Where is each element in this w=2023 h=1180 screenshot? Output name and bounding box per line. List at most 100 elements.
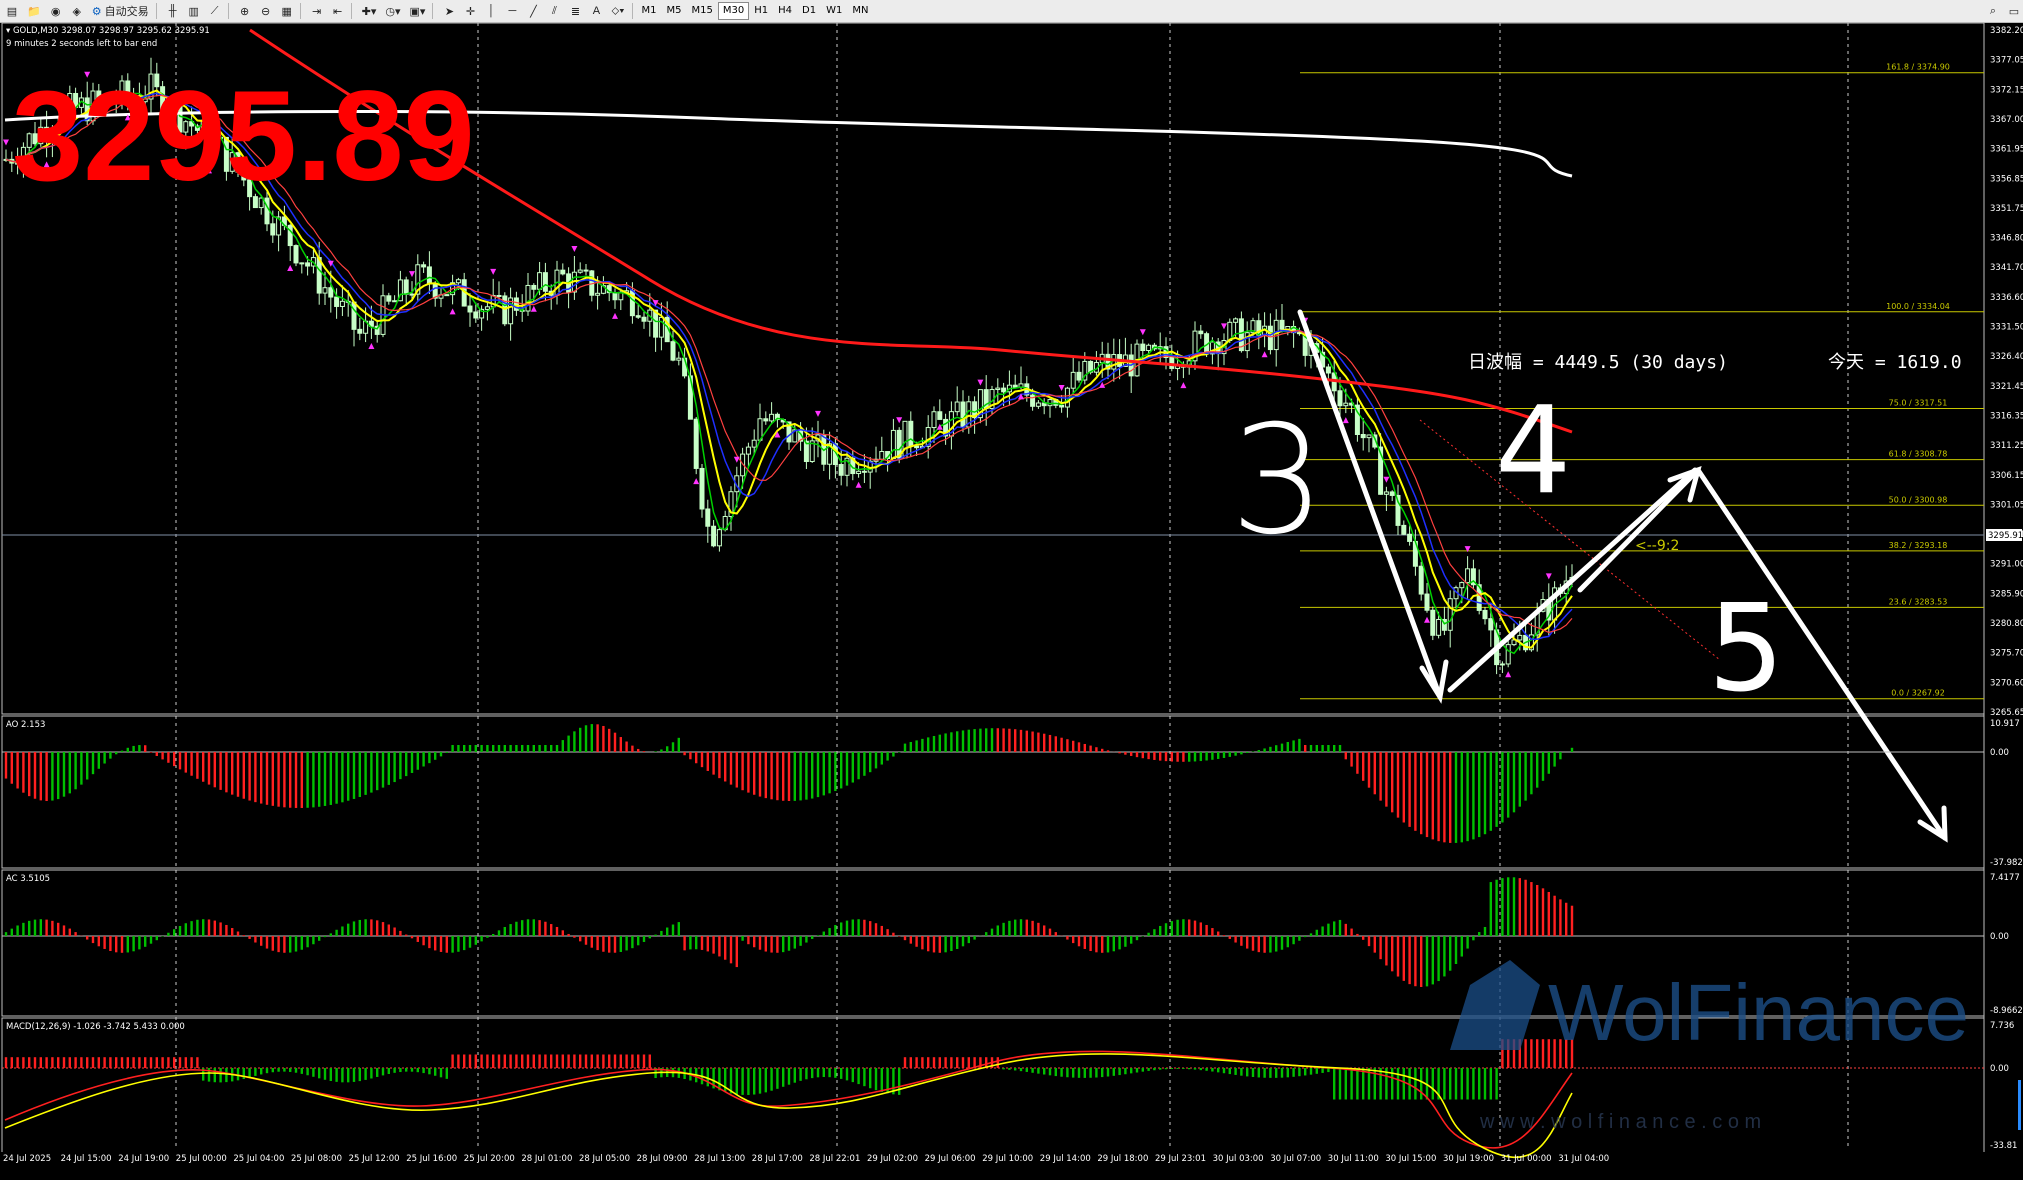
timeframe-w1[interactable]: W1 xyxy=(821,2,847,20)
histogram-bar xyxy=(851,919,854,936)
cursor-icon[interactable]: ➤ xyxy=(440,2,458,20)
new-chart-icon[interactable]: ▤ xyxy=(3,2,21,20)
macd-histogram-bar xyxy=(1008,1068,1011,1070)
time-axis-label: 25 Jul 04:00 xyxy=(233,1154,284,1164)
macd-histogram-bar xyxy=(735,1068,738,1095)
chat-icon[interactable]: ▭ xyxy=(2005,2,2023,20)
macd-histogram-bar xyxy=(521,1054,524,1068)
open-folder-icon[interactable]: 📁 xyxy=(24,2,44,20)
fractal-marker xyxy=(733,456,740,463)
horizontal-line-icon[interactable]: ─ xyxy=(503,2,521,20)
trendline-icon[interactable]: ╱ xyxy=(524,2,542,20)
histogram-bar xyxy=(1211,752,1214,760)
periods-icon[interactable]: ◷▾ xyxy=(382,2,403,20)
histogram-bar xyxy=(184,923,187,936)
macd-histogram-bar xyxy=(1541,1039,1545,1068)
candle-body xyxy=(1070,371,1076,389)
histogram-bar xyxy=(735,936,738,968)
histogram-bar xyxy=(68,928,71,936)
macd-histogram-bar xyxy=(590,1054,593,1068)
macd-histogram-bar xyxy=(1321,1068,1324,1073)
text-icon[interactable]: A xyxy=(587,2,605,20)
tile-windows-icon[interactable]: ▦ xyxy=(278,2,296,20)
macd-histogram-bar xyxy=(1083,1068,1086,1078)
macd-histogram-bar xyxy=(1449,1068,1452,1100)
macd-histogram-bar xyxy=(1014,1068,1017,1071)
shapes-icon[interactable]: ⬦▾ xyxy=(608,2,627,20)
timeframe-m1[interactable]: M1 xyxy=(637,2,662,20)
fractal-marker xyxy=(368,342,375,349)
candle-body xyxy=(1279,319,1285,330)
globe-icon[interactable]: ◉ xyxy=(47,2,65,20)
timeframe-m15[interactable]: M15 xyxy=(687,2,718,20)
timeframe-h1[interactable]: H1 xyxy=(749,2,773,20)
line-chart-icon[interactable]: ⟋ xyxy=(206,2,224,20)
channel-icon[interactable]: ⫽ xyxy=(545,2,563,20)
histogram-bar xyxy=(341,926,344,936)
histogram-bar xyxy=(550,745,553,752)
zoom-out-icon[interactable]: ⊖ xyxy=(257,2,275,20)
fibonacci-icon[interactable]: ≣ xyxy=(566,2,584,20)
histogram-bar xyxy=(1356,752,1359,774)
candle-body xyxy=(560,269,566,275)
macd-histogram-bar xyxy=(492,1054,495,1068)
price-axis-label: 3275.70 xyxy=(1990,649,2023,659)
histogram-bar xyxy=(318,936,321,941)
chart-window[interactable]: 3382.20 3377.05 3372.15 3367.00 3361.95 3356.… xyxy=(0,22,2023,1180)
histogram-bar xyxy=(271,936,274,951)
time-axis-label: 28 Jul 09:00 xyxy=(637,1154,688,1164)
bar-chart-icon[interactable]: ╫ xyxy=(164,2,182,20)
histogram-bar xyxy=(834,752,837,792)
histogram-bar xyxy=(231,752,234,795)
indicators-icon[interactable]: ✚▾ xyxy=(359,2,380,20)
histogram-bar xyxy=(567,933,570,936)
macd-histogram-bar xyxy=(596,1054,599,1068)
macd-line xyxy=(4,1050,1573,1149)
timeframe-h4[interactable]: H4 xyxy=(773,2,797,20)
histogram-bar xyxy=(544,745,547,752)
macd-histogram-bar xyxy=(753,1068,756,1095)
histogram-bar xyxy=(677,922,680,936)
histogram-bar xyxy=(1367,936,1371,947)
macd-histogram-bar xyxy=(909,1057,912,1068)
timeframe-m5[interactable]: M5 xyxy=(662,2,687,20)
macd-histogram-bar xyxy=(1362,1068,1365,1100)
histogram-bar xyxy=(764,752,767,799)
zoom-in-icon[interactable]: ⊕ xyxy=(236,2,254,20)
candle-body xyxy=(426,266,432,285)
histogram-bar xyxy=(683,936,686,951)
vertical-line-icon[interactable]: │ xyxy=(482,2,500,20)
histogram-bar xyxy=(1344,752,1347,760)
candle-body xyxy=(1360,433,1366,439)
crosshair-icon[interactable]: ✛ xyxy=(461,2,479,20)
macd-histogram-bar xyxy=(526,1054,530,1068)
auto-trade-button[interactable]: ⚙ 自动交易 xyxy=(89,2,152,20)
chart-shift-icon[interactable]: ⇤ xyxy=(329,2,347,20)
navigator-icon[interactable]: ◈ xyxy=(68,2,86,20)
timeframe-d1[interactable]: D1 xyxy=(797,2,821,20)
histogram-bar xyxy=(190,921,193,936)
candle-chart-icon[interactable]: ▥ xyxy=(185,2,203,20)
histogram-bar xyxy=(1025,919,1028,936)
histogram-bar xyxy=(567,735,570,752)
histogram-bar xyxy=(1048,928,1052,936)
timeframe-m30[interactable]: M30 xyxy=(717,2,750,20)
autoscroll-icon[interactable]: ⇥ xyxy=(308,2,326,20)
timeframe-mn[interactable]: MN xyxy=(847,2,873,20)
macd-histogram-bar xyxy=(1101,1068,1104,1078)
histogram-bar xyxy=(747,936,750,945)
histogram-bar xyxy=(399,930,402,936)
macd-histogram-bar xyxy=(845,1068,849,1081)
histogram-bar xyxy=(1176,752,1179,762)
time-axis-label: 28 Jul 01:00 xyxy=(521,1154,572,1164)
histogram-bar xyxy=(300,752,303,808)
templates-icon[interactable]: ▣▾ xyxy=(407,2,429,20)
candle-body xyxy=(1343,402,1349,407)
histogram-bar xyxy=(863,752,866,776)
histogram-bar xyxy=(1327,923,1330,936)
macd-histogram-bar xyxy=(248,1068,251,1078)
macd-histogram-bar xyxy=(1147,1068,1150,1071)
search-icon[interactable]: ⌕ xyxy=(1984,2,2002,20)
histogram-bar xyxy=(225,924,228,936)
histogram-bar xyxy=(521,745,524,752)
